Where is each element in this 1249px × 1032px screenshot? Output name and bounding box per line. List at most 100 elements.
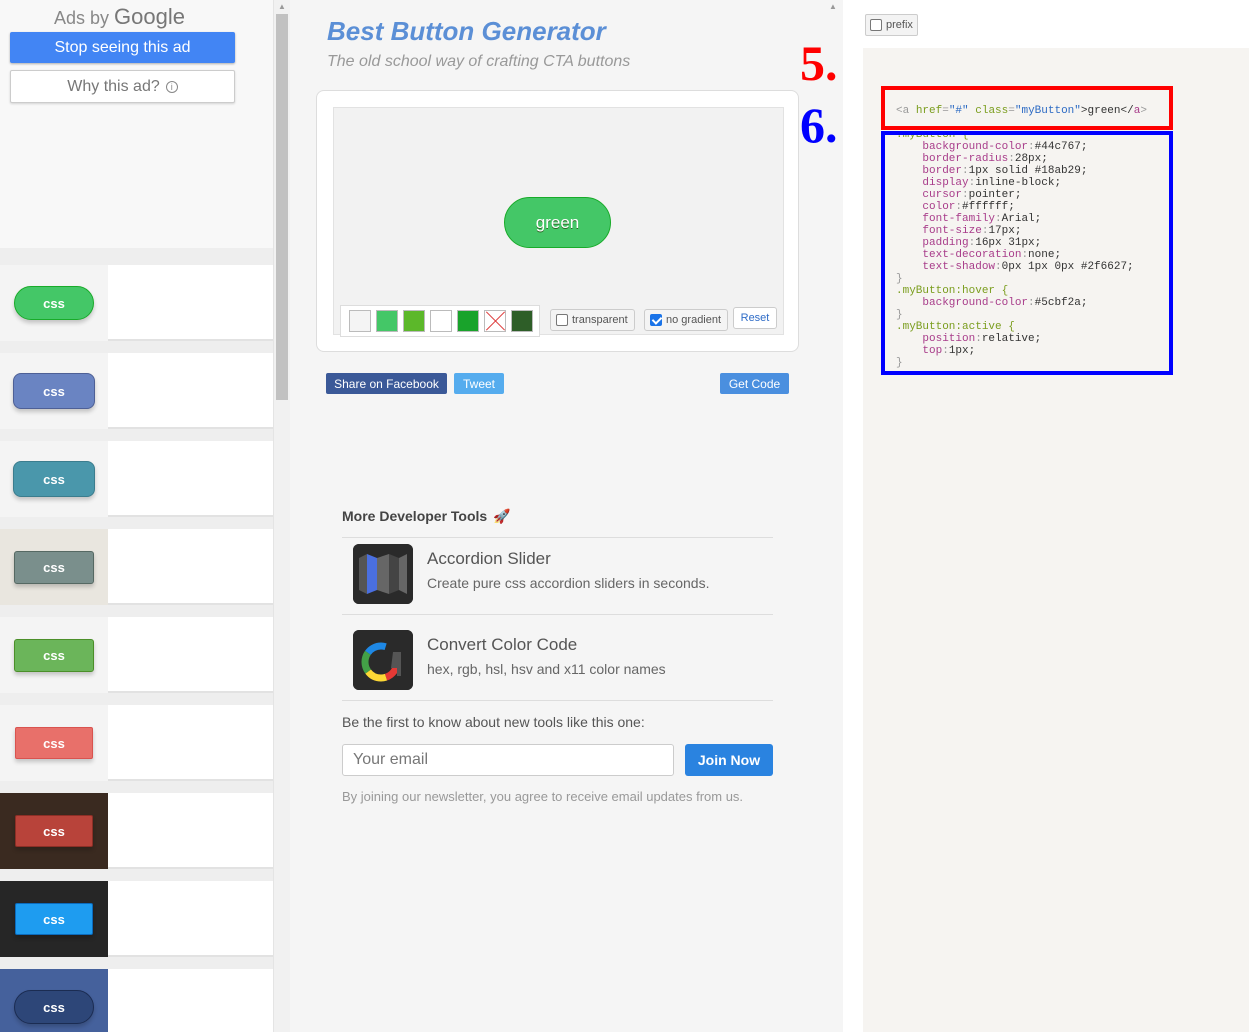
code-line: .myButton { — [896, 135, 1134, 141]
css-colon: : — [1028, 297, 1035, 309]
css-value: inline-block; — [975, 177, 1062, 189]
css-property: font-family — [922, 213, 996, 225]
prefix-checkbox[interactable]: prefix — [865, 14, 918, 36]
css-colon: : — [1008, 153, 1015, 165]
tweet-button[interactable]: Tweet — [454, 373, 504, 394]
css-colon: : — [962, 189, 969, 201]
gallery-item[interactable]: css — [0, 793, 273, 869]
gallery-item[interactable]: css — [0, 529, 273, 605]
more-tools-label: More Developer Tools — [342, 508, 488, 524]
css-brace: } — [896, 309, 903, 321]
preview-button[interactable]: green — [504, 197, 611, 248]
transparent-label: transparent — [572, 314, 628, 326]
tool-convert-color-code[interactable]: Convert Color Code hex, rgb, hsl, hsv an… — [342, 615, 773, 701]
page-subtitle: The old school way of crafting CTA butto… — [327, 53, 631, 70]
gallery-item[interactable]: css — [0, 881, 273, 957]
share-facebook-button[interactable]: Share on Facebook — [326, 373, 447, 394]
code-line: } — [896, 273, 1134, 285]
gallery-button[interactable]: css — [14, 638, 94, 672]
code-token: >green</ — [1080, 105, 1134, 117]
scroll-up-icon[interactable]: ▲ — [278, 2, 286, 11]
why-this-ad-button[interactable]: Why this ad? i — [10, 70, 235, 103]
scroll-up-icon[interactable]: ▲ — [829, 2, 837, 11]
join-now-button[interactable]: Join Now — [685, 744, 773, 776]
gallery-item[interactable]: css — [0, 441, 273, 517]
gallery-item[interactable]: css — [0, 617, 273, 693]
css-property: text-decoration — [922, 249, 1022, 261]
gallery-item[interactable]: css — [0, 969, 273, 1032]
gallery-button[interactable]: css — [13, 461, 95, 497]
email-input[interactable] — [342, 744, 674, 776]
color-swatch[interactable] — [511, 310, 533, 332]
page-root: Ads by Google Stop seeing this ad Why th… — [0, 0, 1249, 1032]
css-colon: : — [1028, 141, 1035, 153]
accordion-slider-icon — [353, 544, 413, 604]
transparent-checkbox[interactable]: transparent — [550, 309, 635, 331]
newsletter-note: By joining our newsletter, you agree to … — [342, 789, 744, 804]
css-property: color — [922, 201, 956, 213]
css-value: 0px 1px 0px #2f6627; — [1001, 261, 1134, 273]
gallery-item[interactable]: css — [0, 353, 273, 429]
get-code-button[interactable]: Get Code — [720, 373, 789, 394]
gallery-item[interactable]: css — [0, 705, 273, 781]
code-line: display:inline-block; — [896, 177, 1134, 189]
css-colon: : — [942, 345, 949, 357]
color-swatch[interactable] — [376, 310, 398, 332]
css-brace: } — [896, 357, 903, 369]
stop-seeing-ad-button[interactable]: Stop seeing this ad — [10, 32, 235, 63]
css-selector: .myButton:hover { — [896, 285, 1009, 297]
css-value: 17px; — [988, 225, 1022, 237]
button-gallery: css css css css css css css css css — [0, 248, 273, 1032]
code-line: font-size:17px; — [896, 225, 1134, 237]
css-value: 28px; — [1014, 153, 1048, 165]
gallery-thumb: css — [0, 705, 108, 781]
css-property: background-color — [922, 297, 1029, 309]
css-value: 1px solid #18ab29; — [968, 165, 1088, 177]
css-code: .myButton { background-color:#44c767; bo… — [896, 135, 1134, 369]
code-line: background-color:#44c767; — [896, 141, 1134, 153]
gallery-button[interactable]: css — [14, 286, 94, 320]
tool-accordion-slider[interactable]: Accordion Slider Create pure css accordi… — [342, 529, 773, 615]
button-preview-area: green transparent no gradient Reset — [333, 107, 784, 337]
css-code-box[interactable]: .myButton { background-color:#44c767; bo… — [881, 131, 1173, 375]
code-token: > — [1140, 105, 1147, 117]
gallery-button[interactable]: css — [15, 815, 93, 847]
code-token: <a — [896, 105, 916, 117]
gallery-button[interactable]: css — [14, 550, 94, 584]
no-gradient-checkbox[interactable]: no gradient — [644, 309, 729, 331]
color-swatches — [340, 305, 540, 337]
gallery-button[interactable]: css — [15, 903, 93, 935]
tool-name: Convert Color Code — [427, 635, 578, 654]
color-swatch[interactable] — [430, 310, 452, 332]
css-property: background-color — [922, 141, 1029, 153]
css-colon: : — [995, 261, 1002, 273]
color-swatch[interactable] — [349, 310, 371, 332]
left-scrollbar-thumb[interactable] — [276, 14, 288, 400]
no-color-swatch[interactable] — [484, 310, 506, 332]
html-code-box[interactable]: <a href="#" class="myButton">green</a> — [881, 86, 1173, 130]
css-value: Arial; — [1001, 213, 1042, 225]
gallery-thumb: css — [0, 265, 108, 341]
gallery-thumb: css — [0, 969, 108, 1032]
gallery-button[interactable]: css — [14, 990, 94, 1024]
code-line: text-decoration:none; — [896, 249, 1134, 261]
code-panel: prefix <a href="#" class="myButton">gree… — [843, 0, 1249, 1032]
main-content: Best Button Generator The old school way… — [290, 0, 825, 1032]
code-line: position:relative; — [896, 333, 1134, 345]
reset-button[interactable]: Reset — [733, 307, 777, 329]
gallery-thumb: css — [0, 881, 108, 957]
color-swatch[interactable] — [403, 310, 425, 332]
gallery-button[interactable]: css — [15, 727, 93, 759]
code-line: } — [896, 309, 1134, 321]
gallery-button[interactable]: css — [13, 373, 95, 409]
css-property: font-size — [922, 225, 982, 237]
code-line: font-family:Arial; — [896, 213, 1134, 225]
css-colon: : — [975, 333, 982, 345]
code-token: "#" — [948, 105, 969, 117]
left-scrollbar[interactable]: ▲ — [273, 0, 290, 1032]
center-scrollbar[interactable]: ▲ — [825, 0, 843, 1032]
color-swatch[interactable] — [457, 310, 479, 332]
tool-name: Accordion Slider — [427, 549, 551, 568]
gallery-item[interactable]: css — [0, 265, 273, 341]
gallery-thumb: css — [0, 617, 108, 693]
